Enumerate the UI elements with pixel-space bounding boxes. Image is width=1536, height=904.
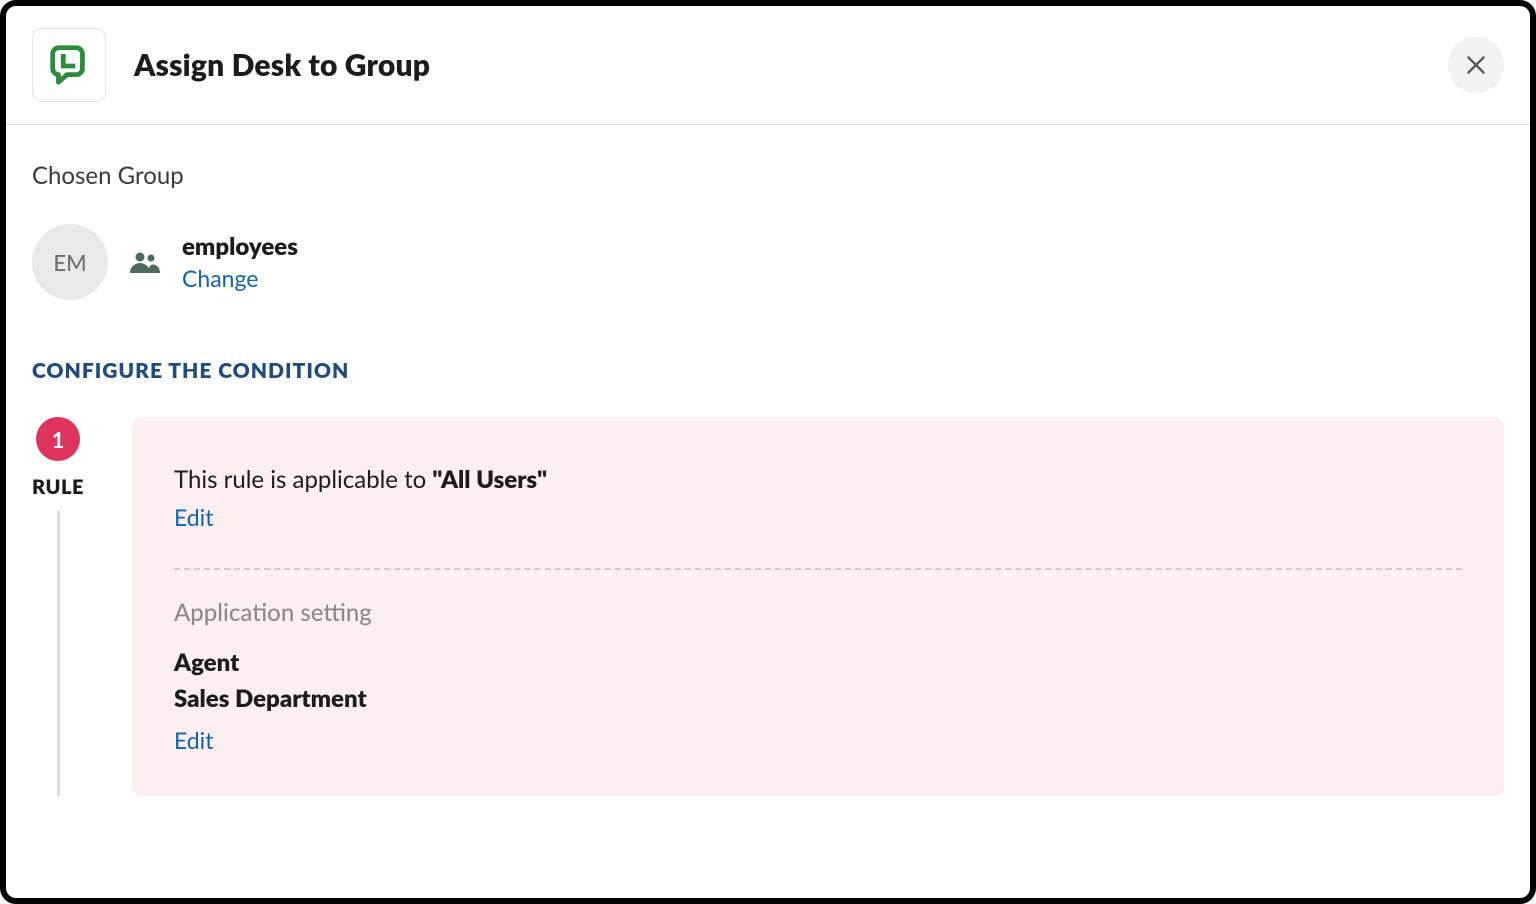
rule-block: 1 RULE This rule is applicable to "All U… bbox=[32, 417, 1504, 796]
rule-applicability-prefix: This rule is applicable to bbox=[174, 465, 432, 494]
rule-timeline-line bbox=[57, 511, 60, 796]
group-name: employees bbox=[182, 232, 298, 261]
close-button[interactable] bbox=[1448, 37, 1504, 93]
change-group-link[interactable]: Change bbox=[182, 265, 298, 293]
people-icon bbox=[130, 251, 160, 273]
application-setting-value-1: Agent bbox=[174, 645, 1462, 681]
app-logo-icon bbox=[32, 28, 106, 102]
modal-header: Assign Desk to Group bbox=[6, 6, 1530, 125]
rule-number-badge: 1 bbox=[36, 417, 80, 461]
rule-label: RULE bbox=[32, 475, 84, 499]
group-info: employees Change bbox=[182, 232, 298, 293]
rule-applicability-target: "All Users" bbox=[432, 465, 547, 494]
close-icon bbox=[1463, 52, 1489, 78]
application-setting-label: Application setting bbox=[174, 598, 1462, 627]
application-setting-value-2: Sales Department bbox=[174, 681, 1462, 717]
rule-marker: 1 RULE bbox=[32, 417, 84, 796]
modal-title: Assign Desk to Group bbox=[134, 47, 430, 83]
edit-rule-applicability-link[interactable]: Edit bbox=[174, 504, 213, 532]
chosen-group-row: EM employees Change bbox=[32, 224, 1504, 300]
chosen-group-label: Chosen Group bbox=[32, 161, 1504, 190]
rule-card: This rule is applicable to "All Users" E… bbox=[132, 417, 1504, 796]
configure-condition-heading: CONFIGURE THE CONDITION bbox=[32, 358, 1504, 383]
rule-applicability-text: This rule is applicable to "All Users" bbox=[174, 465, 1462, 494]
group-avatar: EM bbox=[32, 224, 108, 300]
edit-application-setting-link[interactable]: Edit bbox=[174, 727, 213, 755]
modal-content: Chosen Group EM employees Change CONFIGU… bbox=[6, 125, 1530, 796]
divider bbox=[174, 568, 1462, 570]
